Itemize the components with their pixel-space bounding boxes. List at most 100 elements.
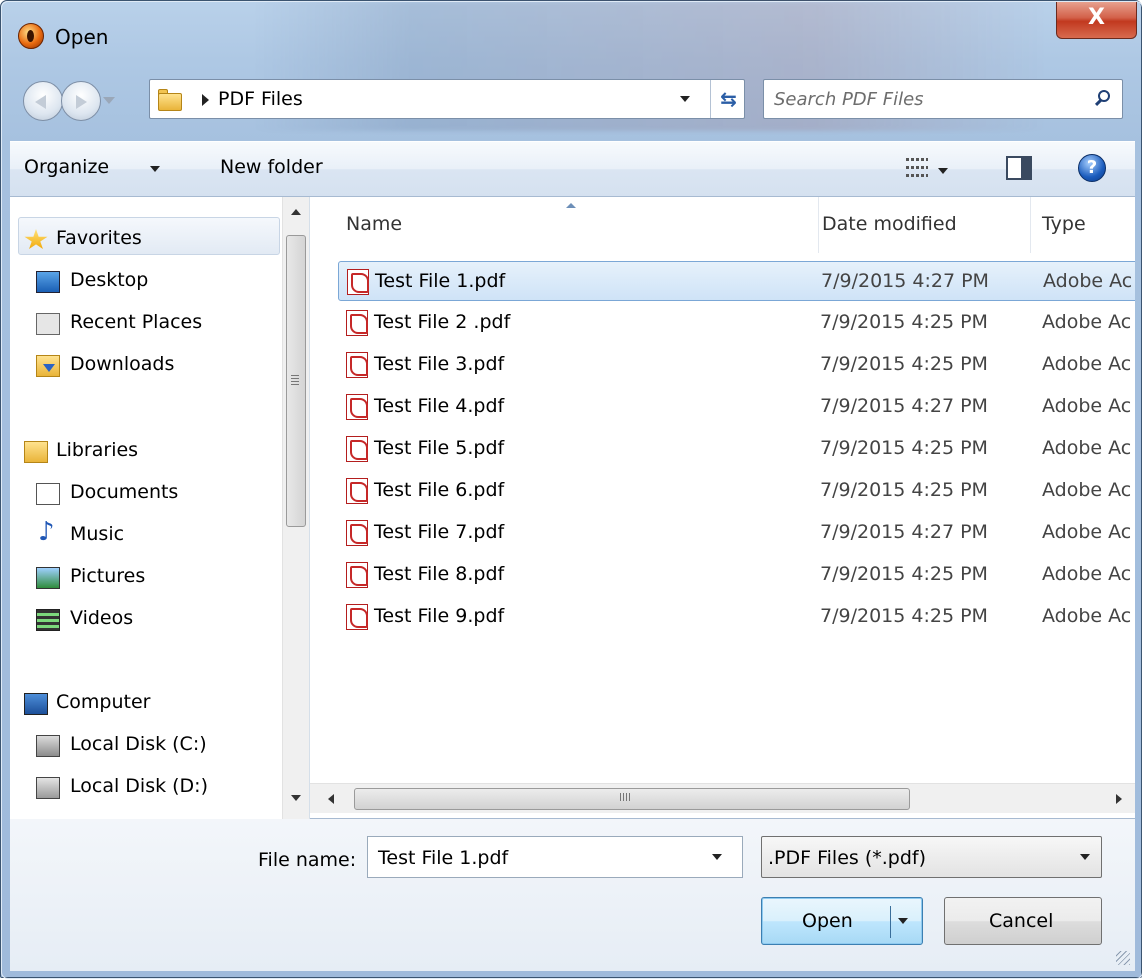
view-options-dropdown-icon[interactable]	[938, 168, 948, 174]
navigation-pane: Favorites Desktop Recent Places Download…	[10, 197, 310, 819]
horizontal-scrollbar-thumb[interactable]	[354, 788, 910, 810]
window-title: Open	[55, 25, 109, 49]
column-divider[interactable]	[1030, 197, 1031, 253]
open-button[interactable]: Open	[761, 897, 923, 945]
scrollbar-grip-icon	[620, 793, 630, 801]
sidebar-item-label: Downloads	[70, 353, 175, 375]
file-name: Test File 5.pdf	[374, 437, 505, 459]
split-divider	[890, 906, 891, 938]
forward-arrow-icon[interactable]	[61, 81, 101, 121]
file-date: 7/9/2015 4:25 PM	[820, 479, 988, 501]
scroll-down-icon[interactable]	[291, 795, 301, 801]
file-date: 7/9/2015 4:25 PM	[820, 353, 988, 375]
music-icon	[36, 517, 60, 547]
organize-dropdown-icon[interactable]	[150, 166, 160, 172]
file-date: 7/9/2015 4:27 PM	[820, 395, 988, 417]
change-view-icon[interactable]	[906, 158, 928, 178]
resize-grip-icon[interactable]	[1116, 951, 1130, 965]
file-name: Test File 7.pdf	[374, 521, 505, 543]
file-name-value[interactable]: Test File 1.pdf	[378, 847, 508, 869]
search-input[interactable]	[774, 86, 1074, 112]
preview-pane-icon[interactable]	[1006, 156, 1032, 180]
sidebar-item-label: Recent Places	[70, 311, 203, 333]
horizontal-scrollbar[interactable]	[310, 783, 1135, 813]
scroll-left-icon[interactable]	[328, 794, 334, 804]
column-divider[interactable]	[818, 197, 819, 253]
file-name-field[interactable]: Test File 1.pdf	[367, 836, 743, 878]
file-type-filter-value: .PDF Files (*.pdf)	[768, 847, 927, 869]
close-button[interactable]: X	[1056, 1, 1137, 39]
file-row[interactable]: Test File 2 .pdf 7/9/2015 4:25 PM Adobe …	[338, 303, 1135, 343]
navigation-pane-scrollbar[interactable]	[282, 197, 309, 819]
file-row[interactable]: Test File 4.pdf 7/9/2015 4:27 PM Adobe A…	[338, 387, 1135, 427]
column-header-type[interactable]: Type	[1042, 213, 1086, 235]
file-row[interactable]: Test File 1.pdf 7/9/2015 4:27 PM Adobe A…	[338, 261, 1135, 301]
recent-pages-chevron-icon[interactable]	[101, 93, 117, 109]
file-name: Test File 8.pdf	[374, 563, 505, 585]
search-box[interactable]	[763, 79, 1123, 119]
back-arrow-icon[interactable]	[23, 81, 63, 121]
file-type: Adobe Ac	[1043, 270, 1133, 292]
pdf-file-icon	[346, 436, 368, 462]
file-type-filter-select[interactable]: .PDF Files (*.pdf)	[761, 836, 1102, 878]
pdf-file-icon	[346, 478, 368, 504]
refresh-icon[interactable]: ⇆	[710, 80, 746, 118]
pdf-file-icon	[346, 604, 368, 630]
sidebar-item-label: Desktop	[70, 269, 149, 291]
pdf-file-icon	[346, 394, 368, 420]
breadcrumb-arrow-icon[interactable]	[202, 94, 209, 106]
file-date: 7/9/2015 4:25 PM	[820, 563, 988, 585]
file-type: Adobe Ac	[1042, 479, 1132, 501]
pictures-icon	[36, 567, 60, 589]
file-name: Test File 3.pdf	[374, 353, 505, 375]
pdf-file-icon	[346, 310, 368, 336]
sort-ascending-icon	[566, 203, 576, 208]
file-row[interactable]: Test File 6.pdf 7/9/2015 4:25 PM Adobe A…	[338, 471, 1135, 511]
organize-button[interactable]: Organize	[24, 156, 109, 178]
file-type: Adobe Ac	[1042, 437, 1132, 459]
sidebar-item-label: Music	[70, 523, 125, 545]
filter-dropdown-icon[interactable]	[1080, 854, 1090, 860]
new-folder-button[interactable]: New folder	[220, 156, 323, 178]
column-header-date-modified[interactable]: Date modified	[822, 213, 957, 235]
file-type: Adobe Ac	[1042, 395, 1132, 417]
open-button-label: Open	[802, 910, 853, 932]
column-header-name[interactable]: Name	[346, 213, 402, 235]
help-icon[interactable]: ?	[1078, 154, 1106, 182]
file-type: Adobe Ac	[1042, 353, 1132, 375]
downloads-icon	[36, 355, 60, 377]
file-row[interactable]: Test File 5.pdf 7/9/2015 4:25 PM Adobe A…	[338, 429, 1135, 469]
file-type: Adobe Ac	[1042, 563, 1132, 585]
file-name-dropdown-icon[interactable]	[712, 854, 722, 860]
disk-d-icon	[36, 777, 60, 799]
address-dropdown-icon[interactable]	[680, 96, 690, 102]
pdf-file-icon	[346, 562, 368, 588]
search-icon[interactable]	[1094, 90, 1112, 108]
address-bar[interactable]: PDF Files ⇆	[149, 79, 745, 119]
file-row[interactable]: Test File 7.pdf 7/9/2015 4:27 PM Adobe A…	[338, 513, 1135, 553]
file-row[interactable]: Test File 8.pdf 7/9/2015 4:25 PM Adobe A…	[338, 555, 1135, 595]
file-name: Test File 9.pdf	[374, 605, 505, 627]
disk-c-icon	[36, 735, 60, 757]
pdf-file-icon	[346, 352, 368, 378]
file-row[interactable]: Test File 9.pdf 7/9/2015 4:25 PM Adobe A…	[338, 597, 1135, 637]
file-name-label: File name:	[258, 849, 357, 871]
scroll-up-icon[interactable]	[291, 209, 301, 215]
open-options-dropdown-icon[interactable]	[898, 918, 908, 924]
desktop-icon	[36, 271, 60, 293]
command-bar: Organize New folder ?	[10, 141, 1135, 197]
scroll-right-icon[interactable]	[1116, 794, 1122, 804]
breadcrumb[interactable]: PDF Files	[218, 88, 303, 110]
scrollbar-grip-icon	[291, 375, 299, 385]
videos-icon	[36, 609, 60, 631]
sidebar-item-label: Local Disk (C:)	[70, 733, 207, 755]
libraries-icon	[24, 441, 48, 463]
sidebar-item-label: Pictures	[70, 565, 146, 587]
sidebar-item-label: Videos	[70, 607, 134, 629]
file-date: 7/9/2015 4:25 PM	[820, 605, 988, 627]
cancel-button[interactable]: Cancel	[944, 897, 1102, 945]
recent-places-icon	[36, 313, 60, 335]
file-row[interactable]: Test File 3.pdf 7/9/2015 4:25 PM Adobe A…	[338, 345, 1135, 385]
sidebar-item-label: Local Disk (D:)	[70, 775, 208, 797]
sidebar-item-label: Favorites	[56, 227, 142, 249]
